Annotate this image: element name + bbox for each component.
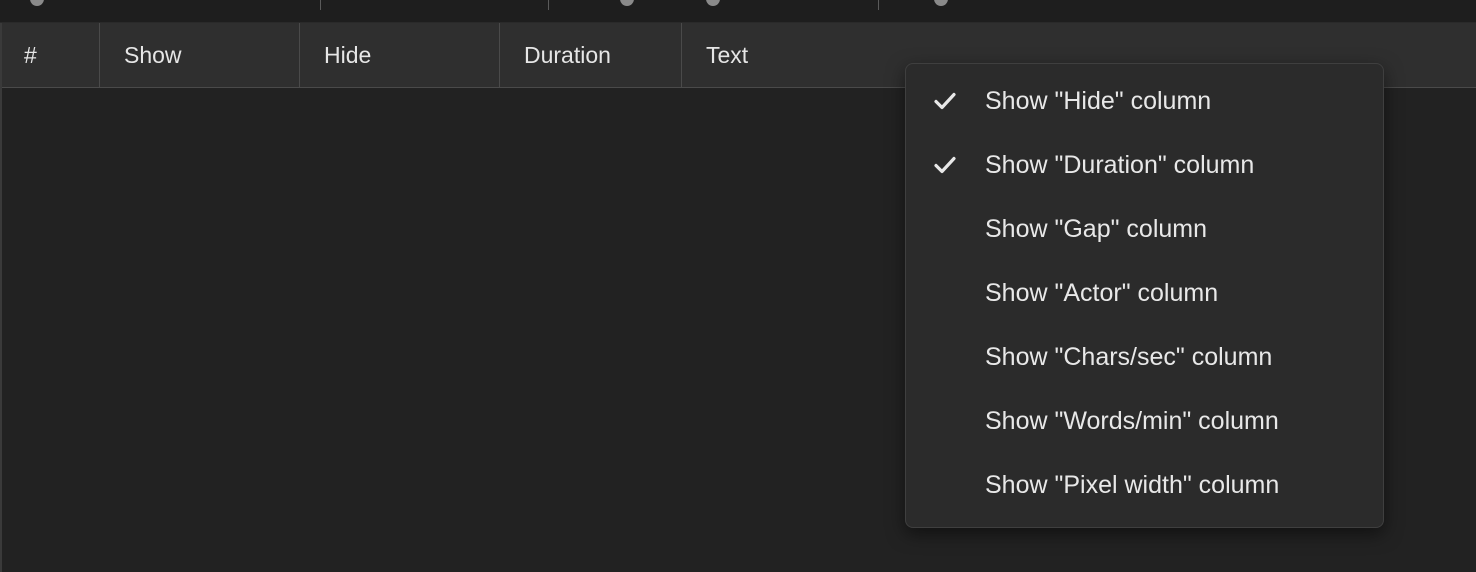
toolbar-icon[interactable] bbox=[706, 0, 720, 6]
menu-item-label: Show "Hide" column bbox=[985, 86, 1212, 115]
toolbar-icon[interactable] bbox=[620, 0, 634, 6]
menu-item-show-actor-column[interactable]: Show "Actor" column bbox=[906, 265, 1383, 321]
column-header-label: Hide bbox=[324, 41, 372, 68]
menu-item-label: Show "Chars/sec" column bbox=[985, 342, 1273, 371]
column-header-label: Show bbox=[124, 41, 182, 68]
column-header-duration[interactable]: Duration bbox=[500, 23, 681, 87]
column-header-label: Text bbox=[706, 41, 749, 68]
menu-item-label: Show "Gap" column bbox=[985, 214, 1208, 243]
column-header-show[interactable]: Show bbox=[100, 23, 299, 87]
menu-item-label: Show "Pixel width" column bbox=[985, 470, 1280, 499]
menu-item-show-gap-column[interactable]: Show "Gap" column bbox=[906, 201, 1383, 257]
toolbar-separator bbox=[320, 0, 321, 10]
column-header-label: # bbox=[24, 41, 37, 68]
toolbar-separator bbox=[878, 0, 879, 10]
menu-item-show-words-min-column[interactable]: Show "Words/min" column bbox=[906, 393, 1383, 449]
menu-item-show-hide-column[interactable]: Show "Hide" column bbox=[906, 73, 1383, 129]
menu-item-label: Show "Duration" column bbox=[985, 150, 1255, 179]
menu-item-show-pixel-width-column[interactable]: Show "Pixel width" column bbox=[906, 457, 1383, 513]
column-header-hide[interactable]: Hide bbox=[300, 23, 499, 87]
checkmark-icon bbox=[933, 89, 957, 113]
menu-item-label: Show "Actor" column bbox=[985, 278, 1219, 307]
toolbar-separator bbox=[548, 0, 549, 10]
column-visibility-menu: Show "Hide" column Show "Duration" colum… bbox=[905, 63, 1384, 528]
column-header-number[interactable]: # bbox=[0, 23, 99, 87]
menu-item-show-duration-column[interactable]: Show "Duration" column bbox=[906, 137, 1383, 193]
menu-item-show-chars-sec-column[interactable]: Show "Chars/sec" column bbox=[906, 329, 1383, 385]
grid-left-border bbox=[0, 23, 2, 572]
toolbar-icon[interactable] bbox=[934, 0, 948, 6]
toolbar-icon[interactable] bbox=[30, 0, 44, 6]
subtitle-editor-view: # Show Hide Duration Text Show "Hide" co… bbox=[0, 0, 1476, 572]
menu-item-label: Show "Words/min" column bbox=[985, 406, 1279, 435]
toolbar bbox=[0, 0, 1476, 23]
column-header-label: Duration bbox=[524, 41, 611, 68]
checkmark-icon bbox=[933, 153, 957, 177]
